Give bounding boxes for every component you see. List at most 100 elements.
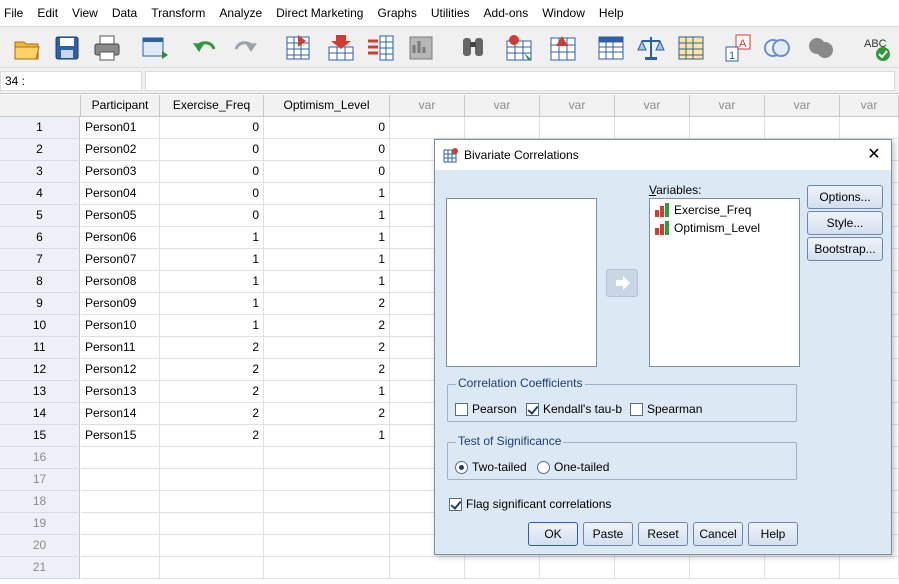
column-header-var[interactable]: var (540, 95, 615, 117)
menu-view[interactable]: View (67, 0, 107, 26)
row-header[interactable]: 11 (0, 337, 80, 359)
table-cell[interactable]: 2 (264, 337, 390, 359)
table-cell[interactable] (540, 557, 615, 579)
table-cell[interactable]: 0 (160, 205, 264, 227)
table-cell[interactable]: 1 (160, 249, 264, 271)
table-cell[interactable]: 1 (264, 425, 390, 447)
table-cell[interactable]: 2 (160, 381, 264, 403)
dialog-recall-icon[interactable] (140, 33, 170, 63)
table-cell[interactable]: Person08 (81, 271, 160, 293)
table-cell[interactable] (264, 557, 390, 579)
row-header[interactable]: 9 (0, 293, 80, 315)
one-tailed-radio[interactable]: One-tailed (537, 460, 609, 474)
table-cell[interactable]: Person10 (81, 315, 160, 337)
table-cell[interactable] (81, 491, 160, 513)
table-cell[interactable]: Person05 (81, 205, 160, 227)
column-header-optimism-level[interactable]: Optimism_Level (264, 95, 390, 117)
help-button[interactable]: Help (748, 522, 798, 546)
select-cases-icon[interactable] (676, 33, 706, 63)
menu-file[interactable]: File (0, 0, 32, 26)
row-header[interactable]: 12 (0, 359, 80, 381)
row-header[interactable]: 15 (0, 425, 80, 447)
table-cell[interactable] (765, 117, 840, 139)
row-header[interactable]: 8 (0, 271, 80, 293)
table-cell[interactable]: Person11 (81, 337, 160, 359)
list-item[interactable]: Optimism_Level (654, 219, 760, 237)
spearman-checkbox[interactable]: Spearman (630, 402, 702, 416)
column-header-var[interactable]: var (840, 95, 899, 117)
column-header-var[interactable]: var (465, 95, 540, 117)
table-cell[interactable]: 1 (264, 227, 390, 249)
table-cell[interactable]: 0 (160, 161, 264, 183)
menu-add-ons[interactable]: Add-ons (479, 0, 538, 26)
show-all-variables-icon[interactable] (806, 33, 836, 63)
table-cell[interactable] (160, 513, 264, 535)
table-cell[interactable] (81, 469, 160, 491)
spell-check-icon[interactable]: ABC (862, 33, 892, 63)
row-header[interactable]: 7 (0, 249, 80, 271)
list-item[interactable]: Exercise_Freq (654, 201, 751, 219)
table-cell[interactable]: 1 (160, 293, 264, 315)
table-cell[interactable]: 2 (160, 425, 264, 447)
cell-reference[interactable]: 34 : (0, 71, 142, 91)
row-header[interactable]: 16 (0, 447, 80, 469)
column-header-var[interactable]: var (690, 95, 765, 117)
table-cell[interactable]: Person04 (81, 183, 160, 205)
save-icon[interactable] (52, 33, 82, 63)
column-header-var[interactable]: var (765, 95, 840, 117)
table-cell[interactable] (264, 491, 390, 513)
insert-cases-icon[interactable] (504, 33, 534, 63)
table-cell[interactable] (160, 447, 264, 469)
weight-cases-icon[interactable] (636, 33, 666, 63)
table-cell[interactable]: Person01 (81, 117, 160, 139)
table-cell[interactable] (690, 117, 765, 139)
two-tailed-radio[interactable]: Two-tailed (455, 460, 527, 474)
table-cell[interactable] (81, 557, 160, 579)
move-variable-button[interactable] (606, 269, 638, 297)
radio-button[interactable] (537, 460, 550, 474)
menu-edit[interactable]: Edit (32, 0, 67, 26)
table-cell[interactable]: 2 (160, 359, 264, 381)
table-cell[interactable] (840, 117, 899, 139)
table-cell[interactable]: Person15 (81, 425, 160, 447)
table-cell[interactable]: 1 (264, 205, 390, 227)
row-header[interactable]: 13 (0, 381, 80, 403)
table-cell[interactable] (160, 469, 264, 491)
goto-variable-icon[interactable] (326, 33, 356, 63)
table-cell[interactable]: 1 (264, 183, 390, 205)
table-cell[interactable] (160, 491, 264, 513)
menu-transform[interactable]: Transform (146, 0, 214, 26)
row-header[interactable]: 4 (0, 183, 80, 205)
find-icon[interactable] (458, 33, 488, 63)
checkbox-box[interactable] (449, 497, 462, 511)
menu-analyze[interactable]: Analyze (214, 0, 271, 26)
row-header[interactable]: 6 (0, 227, 80, 249)
ok-button[interactable]: OK (528, 522, 578, 546)
row-header[interactable]: 14 (0, 403, 80, 425)
table-cell[interactable]: 1 (264, 381, 390, 403)
row-header[interactable]: 3 (0, 161, 80, 183)
style-button[interactable]: Style... (807, 211, 883, 235)
table-cell[interactable] (615, 117, 690, 139)
table-cell[interactable] (690, 557, 765, 579)
table-cell[interactable] (264, 469, 390, 491)
use-sets-icon[interactable] (762, 33, 792, 63)
table-cell[interactable] (264, 513, 390, 535)
value-labels-icon[interactable]: A1 (724, 33, 754, 63)
table-cell[interactable]: Person02 (81, 139, 160, 161)
table-cell[interactable] (81, 447, 160, 469)
table-cell[interactable]: 2 (264, 403, 390, 425)
checkbox-box[interactable] (630, 402, 643, 416)
redo-icon[interactable] (230, 33, 260, 63)
goto-case-icon[interactable] (284, 33, 314, 63)
row-header[interactable]: 5 (0, 205, 80, 227)
close-icon[interactable]: ✕ (863, 144, 885, 166)
target-variable-list[interactable]: Exercise_Freq Optimism_Level (649, 198, 800, 367)
table-cell[interactable]: 2 (264, 315, 390, 337)
table-cell[interactable]: Person12 (81, 359, 160, 381)
row-header[interactable]: 2 (0, 139, 80, 161)
paste-button[interactable]: Paste (583, 522, 633, 546)
table-cell[interactable]: 1 (160, 271, 264, 293)
table-cell[interactable] (264, 535, 390, 557)
table-cell[interactable] (81, 535, 160, 557)
